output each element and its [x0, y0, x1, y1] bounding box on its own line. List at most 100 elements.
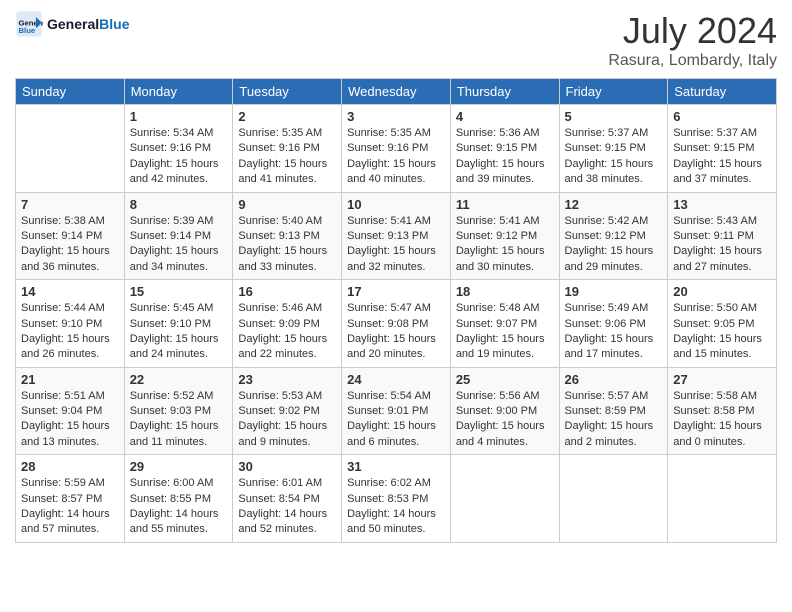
day-info: Sunrise: 5:58 AMSunset: 8:58 PMDaylight:… — [673, 389, 771, 451]
day-info: Sunrise: 5:34 AMSunset: 9:16 PMDaylight:… — [130, 126, 228, 188]
day-cell: 16Sunrise: 5:46 AMSunset: 9:09 PMDayligh… — [233, 280, 342, 368]
day-info: Sunrise: 5:57 AMSunset: 8:59 PMDaylight:… — [565, 389, 663, 451]
day-cell: 18 Sunrise: 5:48 AMSunset: 9:07 PMDayligh… — [450, 280, 559, 368]
day-number: 22 — [130, 372, 228, 387]
day-cell: 9 Sunrise: 5:40 AMSunset: 9:13 PMDaylight… — [233, 192, 342, 280]
day-info: Sunrise: 6:02 AMSunset: 8:53 PMDaylight:… — [347, 476, 445, 538]
header-cell-saturday: Saturday — [668, 79, 777, 105]
day-number: 18 — [456, 284, 554, 299]
day-cell: 21 Sunrise: 5:51 AMSunset: 9:04 PMDayligh… — [16, 367, 125, 455]
day-number: 29 — [130, 459, 228, 474]
day-number: 11 — [456, 197, 554, 212]
day-cell: 27 Sunrise: 5:58 AMSunset: 8:58 PMDayligh… — [668, 367, 777, 455]
day-cell — [450, 455, 559, 543]
day-cell: 26 Sunrise: 5:57 AMSunset: 8:59 PMDayligh… — [559, 367, 668, 455]
day-cell: 28 Sunrise: 5:59 AMSunset: 8:57 PMDayligh… — [16, 455, 125, 543]
week-row-2: 7 Sunrise: 5:38 AMSunset: 9:14 PMDaylight… — [16, 192, 777, 280]
day-info: Sunrise: 5:35 AMSunset: 9:16 PMDaylight:… — [347, 126, 445, 188]
day-info: Sunrise: 5:41 AMSunset: 9:13 PMDaylight:… — [347, 214, 445, 276]
day-number: 16 — [238, 284, 336, 299]
day-info: Sunrise: 5:59 AMSunset: 8:57 PMDaylight:… — [21, 476, 119, 538]
day-number: 5 — [565, 109, 663, 124]
day-cell — [668, 455, 777, 543]
header-cell-wednesday: Wednesday — [342, 79, 451, 105]
day-info: Sunrise: 5:47 AMSunset: 9:08 PMDaylight:… — [347, 301, 445, 363]
day-number: 21 — [21, 372, 119, 387]
header-cell-monday: Monday — [124, 79, 233, 105]
day-cell: 1 Sunrise: 5:34 AMSunset: 9:16 PMDaylight… — [124, 105, 233, 193]
day-number: 27 — [673, 372, 771, 387]
day-number: 14 — [21, 284, 119, 299]
day-cell: 4Sunrise: 5:36 AMSunset: 9:15 PMDaylight… — [450, 105, 559, 193]
day-cell: 23Sunrise: 5:53 AMSunset: 9:02 PMDayligh… — [233, 367, 342, 455]
day-cell: 6 Sunrise: 5:37 AMSunset: 9:15 PMDaylight… — [668, 105, 777, 193]
day-info: Sunrise: 5:41 AMSunset: 9:12 PMDaylight:… — [456, 214, 554, 276]
day-cell: 19Sunrise: 5:49 AMSunset: 9:06 PMDayligh… — [559, 280, 668, 368]
day-cell: 14 Sunrise: 5:44 AMSunset: 9:10 PMDayligh… — [16, 280, 125, 368]
day-cell: 17 Sunrise: 5:47 AMSunset: 9:08 PMDayligh… — [342, 280, 451, 368]
day-number: 6 — [673, 109, 771, 124]
day-info: Sunrise: 5:50 AMSunset: 9:05 PMDaylight:… — [673, 301, 771, 363]
day-cell: 5 Sunrise: 5:37 AMSunset: 9:15 PMDaylight… — [559, 105, 668, 193]
day-number: 30 — [238, 459, 336, 474]
day-info: Sunrise: 5:52 AMSunset: 9:03 PMDaylight:… — [130, 389, 228, 451]
logo-text: GeneralBlue — [47, 16, 129, 32]
day-info: Sunrise: 5:48 AMSunset: 9:07 PMDaylight:… — [456, 301, 554, 363]
day-cell: 2Sunrise: 5:35 AMSunset: 9:16 PMDaylight… — [233, 105, 342, 193]
day-number: 31 — [347, 459, 445, 474]
day-cell: 24 Sunrise: 5:54 AMSunset: 9:01 PMDayligh… — [342, 367, 451, 455]
day-number: 1 — [130, 109, 228, 124]
day-number: 15 — [130, 284, 228, 299]
week-row-5: 28 Sunrise: 5:59 AMSunset: 8:57 PMDayligh… — [16, 455, 777, 543]
day-info: Sunrise: 5:36 AMSunset: 9:15 PMDaylight:… — [456, 126, 554, 188]
day-cell: 11 Sunrise: 5:41 AMSunset: 9:12 PMDayligh… — [450, 192, 559, 280]
day-number: 17 — [347, 284, 445, 299]
day-cell: 7 Sunrise: 5:38 AMSunset: 9:14 PMDaylight… — [16, 192, 125, 280]
day-cell — [16, 105, 125, 193]
header-cell-thursday: Thursday — [450, 79, 559, 105]
day-info: Sunrise: 5:54 AMSunset: 9:01 PMDaylight:… — [347, 389, 445, 451]
day-info: Sunrise: 6:01 AMSunset: 8:54 PMDaylight:… — [238, 476, 336, 538]
day-cell: 12Sunrise: 5:42 AMSunset: 9:12 PMDayligh… — [559, 192, 668, 280]
day-number: 25 — [456, 372, 554, 387]
day-info: Sunrise: 5:37 AMSunset: 9:15 PMDaylight:… — [565, 126, 663, 188]
month-title: July 2024 — [608, 10, 777, 52]
svg-text:Blue: Blue — [19, 26, 36, 35]
day-number: 28 — [21, 459, 119, 474]
day-info: Sunrise: 5:44 AMSunset: 9:10 PMDaylight:… — [21, 301, 119, 363]
day-number: 13 — [673, 197, 771, 212]
day-info: Sunrise: 5:51 AMSunset: 9:04 PMDaylight:… — [21, 389, 119, 451]
day-info: Sunrise: 6:00 AMSunset: 8:55 PMDaylight:… — [130, 476, 228, 538]
day-cell: 13 Sunrise: 5:43 AMSunset: 9:11 PMDayligh… — [668, 192, 777, 280]
day-number: 2 — [238, 109, 336, 124]
day-number: 3 — [347, 109, 445, 124]
day-number: 9 — [238, 197, 336, 212]
day-number: 10 — [347, 197, 445, 212]
day-number: 24 — [347, 372, 445, 387]
day-number: 23 — [238, 372, 336, 387]
logo: General Blue GeneralBlue — [15, 10, 129, 38]
day-cell: 3 Sunrise: 5:35 AMSunset: 9:16 PMDaylight… — [342, 105, 451, 193]
day-cell — [559, 455, 668, 543]
day-number: 7 — [21, 197, 119, 212]
day-cell: 20Sunrise: 5:50 AMSunset: 9:05 PMDayligh… — [668, 280, 777, 368]
day-number: 12 — [565, 197, 663, 212]
day-cell: 15Sunrise: 5:45 AMSunset: 9:10 PMDayligh… — [124, 280, 233, 368]
header-row: SundayMondayTuesdayWednesdayThursdayFrid… — [16, 79, 777, 105]
day-cell: 30 Sunrise: 6:01 AMSunset: 8:54 PMDayligh… — [233, 455, 342, 543]
day-info: Sunrise: 5:39 AMSunset: 9:14 PMDaylight:… — [130, 214, 228, 276]
day-cell: 29 Sunrise: 6:00 AMSunset: 8:55 PMDayligh… — [124, 455, 233, 543]
logo-icon: General Blue — [15, 10, 43, 38]
day-number: 26 — [565, 372, 663, 387]
week-row-4: 21 Sunrise: 5:51 AMSunset: 9:04 PMDayligh… — [16, 367, 777, 455]
header-cell-sunday: Sunday — [16, 79, 125, 105]
day-info: Sunrise: 5:37 AMSunset: 9:15 PMDaylight:… — [673, 126, 771, 188]
header-cell-friday: Friday — [559, 79, 668, 105]
day-info: Sunrise: 5:40 AMSunset: 9:13 PMDaylight:… — [238, 214, 336, 276]
day-cell: 8Sunrise: 5:39 AMSunset: 9:14 PMDaylight… — [124, 192, 233, 280]
day-cell: 10 Sunrise: 5:41 AMSunset: 9:13 PMDayligh… — [342, 192, 451, 280]
header-cell-tuesday: Tuesday — [233, 79, 342, 105]
day-info: Sunrise: 5:43 AMSunset: 9:11 PMDaylight:… — [673, 214, 771, 276]
day-info: Sunrise: 5:38 AMSunset: 9:14 PMDaylight:… — [21, 214, 119, 276]
header: General Blue GeneralBlue July 2024 Rasur… — [15, 10, 777, 70]
